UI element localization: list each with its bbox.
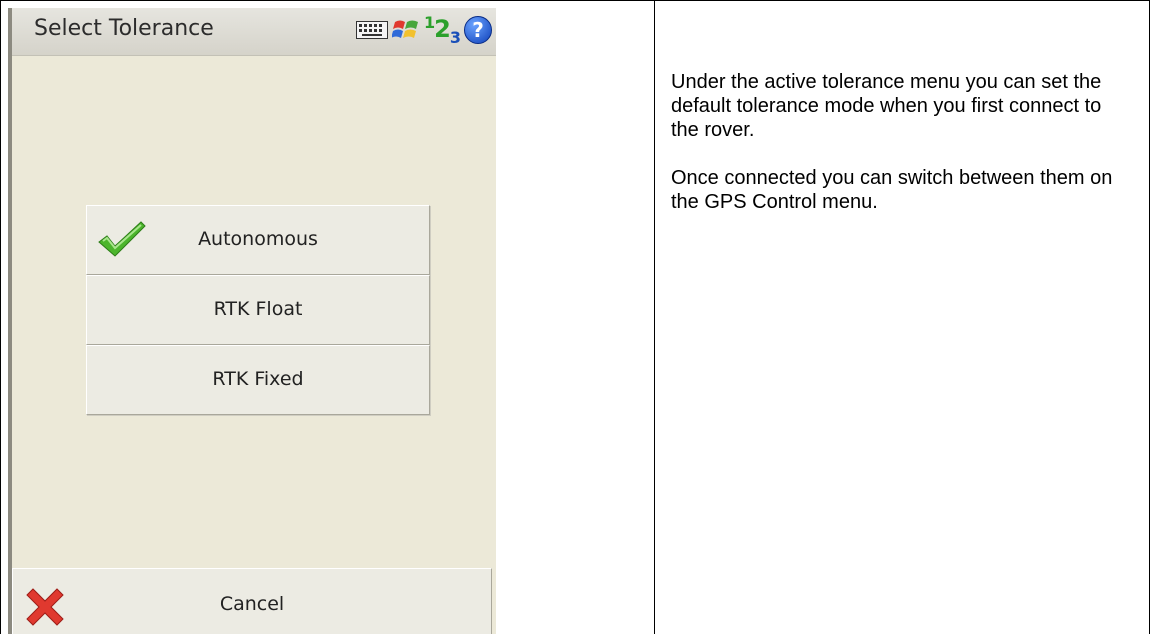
option-label: Autonomous — [198, 228, 318, 250]
option-rtk-float-button[interactable]: RTK Float — [86, 275, 430, 345]
option-label: RTK Float — [213, 298, 303, 320]
windows-flag-icon[interactable] — [392, 16, 420, 44]
description-paragraph: Once connected you can switch between th… — [671, 167, 1113, 213]
option-rtk-fixed-button[interactable]: RTK Fixed — [86, 345, 430, 415]
table-top-border — [0, 0, 1150, 1]
description-paragraph: Under the active tolerance menu you can … — [671, 71, 1102, 141]
cancel-label: Cancel — [219, 593, 285, 615]
page-title: Select Tolerance — [34, 16, 214, 41]
cancel-button[interactable]: Cancel — [12, 568, 492, 634]
table-left-border — [0, 0, 1, 634]
device-screen: Select Tolerance 123 ? Autonomous RTK Fl… — [8, 8, 496, 634]
option-autonomous-button[interactable]: Autonomous — [86, 205, 430, 275]
input-mode-digit-1: 1 — [424, 13, 435, 33]
description-text: Under the active tolerance menu you can … — [671, 70, 1131, 238]
help-icon[interactable]: ? — [464, 16, 492, 44]
screen-edge — [8, 8, 12, 634]
input-mode-digit-2: 2 — [434, 15, 451, 44]
title-bar: Select Tolerance 123 ? — [12, 8, 496, 56]
system-tray: 123 ? — [356, 13, 492, 47]
keyboard-icon[interactable] — [356, 21, 389, 39]
option-label: RTK Fixed — [212, 368, 304, 390]
table-cell-divider — [654, 0, 655, 634]
input-mode-icon[interactable]: 123 — [424, 13, 461, 47]
input-mode-digit-3: 3 — [449, 27, 461, 47]
